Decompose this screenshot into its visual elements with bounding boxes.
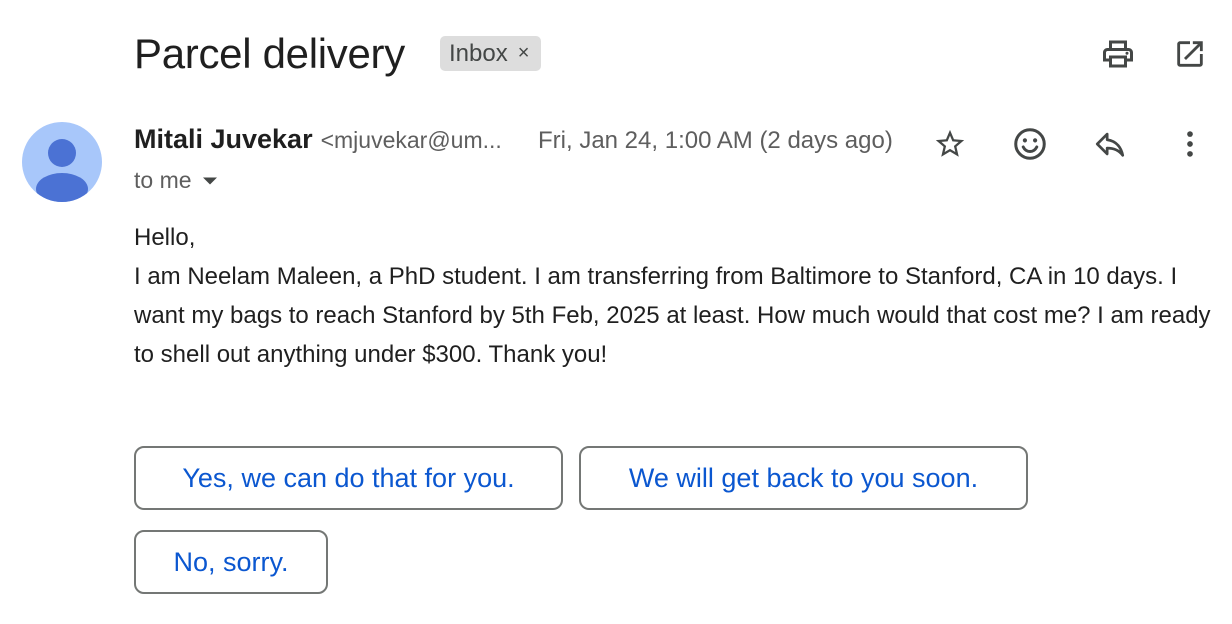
inbox-label-text: Inbox: [449, 40, 508, 67]
recipient-details-toggle[interactable]: to me: [134, 167, 218, 194]
sender-email: <mjuvekar@um...: [320, 127, 502, 153]
smart-reply-button[interactable]: Yes, we can do that for you.: [134, 446, 563, 510]
person-avatar-icon: [36, 139, 88, 202]
sender-line: Mitali Juvekar <mjuvekar@um...: [134, 124, 502, 160]
email-subject: Parcel delivery: [134, 30, 405, 77]
more-options-icon[interactable]: [1170, 124, 1210, 164]
open-in-new-window-icon[interactable]: [1170, 34, 1210, 74]
recipient-label: to me: [134, 167, 192, 193]
smart-reply-button[interactable]: We will get back to you soon.: [579, 446, 1028, 510]
star-icon[interactable]: [930, 124, 970, 164]
sender-name[interactable]: Mitali Juvekar: [134, 124, 313, 155]
body-paragraph: I am Neelam Maleen, a PhD student. I am …: [134, 263, 1211, 368]
body-greeting: Hello,: [134, 224, 196, 251]
sender-avatar[interactable]: [22, 122, 102, 202]
print-icon[interactable]: [1098, 34, 1138, 74]
email-date: Fri, Jan 24, 1:00 AM (2 days ago): [538, 127, 893, 154]
emoji-reaction-icon[interactable]: [1010, 124, 1050, 164]
inbox-label-chip[interactable]: Inbox ×: [440, 36, 541, 71]
chevron-down-icon: [202, 177, 217, 184]
email-body: Hello, I am Neelam Maleen, a PhD student…: [134, 218, 1214, 374]
reply-icon[interactable]: [1090, 124, 1130, 164]
remove-label-icon[interactable]: ×: [518, 36, 530, 71]
smart-reply-button[interactable]: No, sorry.: [134, 530, 328, 594]
